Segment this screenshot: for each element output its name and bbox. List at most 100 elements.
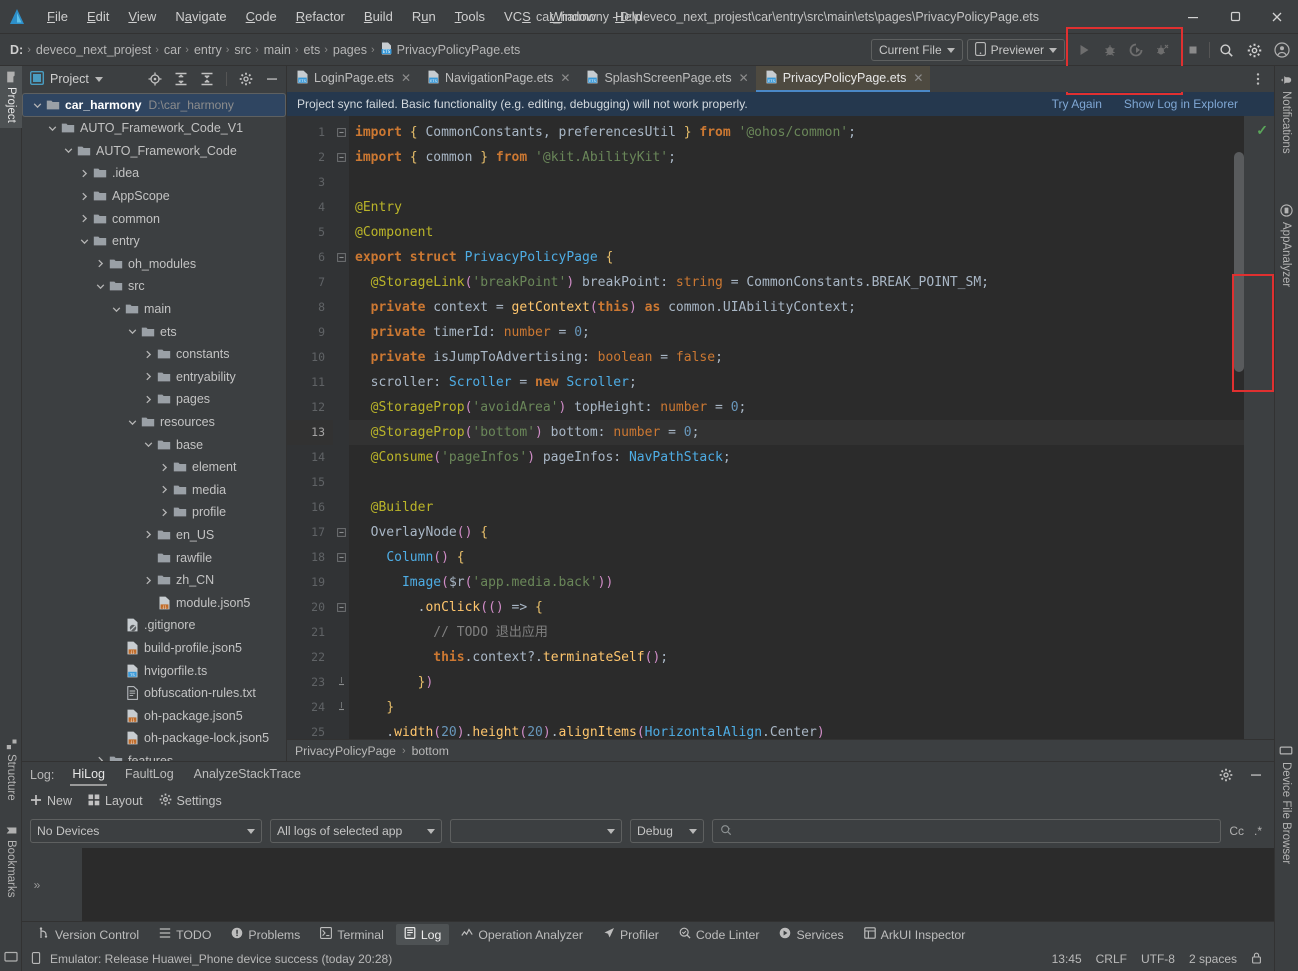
sidebar-item-structure[interactable]: Structure	[0, 734, 22, 806]
tree-node-element[interactable]: element	[22, 456, 286, 479]
line-number[interactable]: 4	[287, 195, 333, 220]
line-number[interactable]: 17	[287, 520, 333, 545]
tab-analyzestacktrace[interactable]: AnalyzeStackTrace	[192, 764, 303, 786]
layout-button[interactable]: Layout	[88, 794, 143, 809]
code-editor[interactable]: 1 2 3 4 5 6 7 8 9 10 11 12 13 14 15 16 17 18 19 20 21 22 23 24 2…	[287, 116, 1274, 739]
tree-node-entryability[interactable]: entryability	[22, 366, 286, 389]
code-line[interactable]: @StorageProp('avoidArea') topHeight: num…	[349, 395, 1274, 420]
chevron-right-icon[interactable]	[142, 348, 155, 361]
chevron-right-icon[interactable]	[94, 257, 107, 270]
breadcrumb-part-5[interactable]: ets	[300, 41, 324, 59]
tool-todo[interactable]: TODO	[151, 924, 219, 945]
tree-node-appscope[interactable]: AppScope	[22, 185, 286, 208]
chevron-right-icon[interactable]	[94, 754, 107, 761]
tree-node-entry[interactable]: entry	[22, 230, 286, 253]
menu-refactor[interactable]: Refactor	[287, 5, 354, 28]
run-configuration-selector[interactable]: Current File	[870, 39, 963, 61]
code-line[interactable]: Image($r('app.media.back'))	[349, 570, 1274, 595]
close-button[interactable]	[1256, 0, 1298, 34]
regex-toggle[interactable]: .*	[1254, 824, 1262, 838]
line-number[interactable]: 9	[287, 320, 333, 345]
tree-node-.idea[interactable]: .idea	[22, 162, 286, 185]
tree-node-build-profile.json5[interactable]: {} build-profile.json5	[22, 637, 286, 660]
menu-code[interactable]: Code	[237, 5, 286, 28]
tree-node-features[interactable]: features	[22, 750, 286, 761]
chevron-right-icon[interactable]	[142, 370, 155, 383]
close-tab-icon[interactable]: ✕	[913, 71, 923, 85]
sidebar-item-bookmarks[interactable]: Bookmarks	[0, 820, 22, 903]
code-line[interactable]: OverlayNode() {	[349, 520, 1274, 545]
fold-marker-icon[interactable]	[333, 545, 349, 570]
code-line[interactable]: private isJumpToAdvertising: boolean = f…	[349, 345, 1274, 370]
tool-services[interactable]: Services	[771, 924, 851, 945]
tree-node-pages[interactable]: pages	[22, 388, 286, 411]
code-content[interactable]: import { CommonConstants, preferencesUti…	[349, 116, 1274, 739]
code-line[interactable]: this.context?.terminateSelf();	[349, 645, 1274, 670]
line-number[interactable]: 15	[287, 470, 333, 495]
chevron-right-icon[interactable]	[78, 212, 91, 225]
tree-node-module.json5[interactable]: {} module.json5	[22, 591, 286, 614]
line-number[interactable]: 14	[287, 445, 333, 470]
editor-tab-splashscreenpage-ets[interactable]: ETS SplashScreenPage.ets ✕	[577, 66, 755, 92]
code-line[interactable]: @StorageProp('bottom') bottom: number = …	[349, 420, 1274, 445]
debug-button[interactable]	[1098, 38, 1122, 62]
chevron-right-icon[interactable]	[142, 528, 155, 541]
line-number[interactable]: 2	[287, 145, 333, 170]
chevron-down-icon[interactable]	[78, 235, 91, 248]
line-number[interactable]: 6	[287, 245, 333, 270]
breadcrumb-drive[interactable]: D:	[6, 41, 26, 59]
menu-navigate[interactable]: Navigate	[166, 5, 235, 28]
more-options-icon[interactable]	[1248, 69, 1268, 89]
line-number[interactable]: 23	[287, 670, 333, 695]
inspection-ok-icon[interactable]: ✓	[1256, 122, 1268, 139]
show-log-link[interactable]: Show Log in Explorer	[1124, 97, 1238, 111]
tab-hilog[interactable]: HiLog	[70, 764, 108, 786]
tool-code-linter[interactable]: Code Linter	[671, 924, 768, 945]
process-filter-select[interactable]	[450, 819, 622, 843]
tree-node-common[interactable]: common	[22, 207, 286, 230]
stop-button[interactable]	[1181, 38, 1205, 62]
gear-icon[interactable]	[236, 69, 256, 89]
hide-panel-icon[interactable]	[262, 69, 282, 89]
tool-operation-analyzer[interactable]: Operation Analyzer	[453, 924, 591, 945]
tree-node-resources[interactable]: resources	[22, 411, 286, 434]
line-number-gutter[interactable]: 1 2 3 4 5 6 7 8 9 10 11 12 13 14 15 16 17 18 19 20 21 22 23 24 2…	[287, 116, 333, 739]
line-number[interactable]: 10	[287, 345, 333, 370]
fold-marker-icon[interactable]	[333, 120, 349, 145]
tool-problems[interactable]: Problems	[223, 924, 308, 945]
line-number[interactable]: 5	[287, 220, 333, 245]
log-search-input[interactable]	[712, 819, 1222, 843]
line-number[interactable]: 3	[287, 170, 333, 195]
chevron-right-icon[interactable]	[158, 461, 171, 474]
code-line[interactable]: }	[349, 695, 1274, 720]
code-line[interactable]: import { CommonConstants, preferencesUti…	[349, 120, 1274, 145]
tree-node-car_harmony[interactable]: car_harmony D:\car_harmony	[22, 93, 286, 117]
new-log-tab-button[interactable]: New	[30, 794, 72, 809]
fold-marker-icon[interactable]	[333, 520, 349, 545]
breadcrumb-part-1[interactable]: car	[160, 41, 184, 59]
fold-marker-icon[interactable]	[333, 145, 349, 170]
menu-build[interactable]: Build	[355, 5, 402, 28]
editor-tab-privacypolicypage-ets[interactable]: ETS PrivacyPolicyPage.ets ✕	[755, 66, 931, 92]
locate-icon[interactable]	[145, 69, 165, 89]
line-number[interactable]: 7	[287, 270, 333, 295]
breadcrumb-part-2[interactable]: entry	[190, 41, 225, 59]
maximize-button[interactable]	[1214, 0, 1256, 34]
menu-edit[interactable]: Edit	[78, 5, 118, 28]
code-line[interactable]: import { common } from '@kit.AbilityKit'…	[349, 145, 1274, 170]
fold-marker-icon[interactable]	[333, 595, 349, 620]
chevron-down-icon[interactable]	[31, 99, 44, 112]
tree-node-base[interactable]: base	[22, 433, 286, 456]
project-tree[interactable]: car_harmony D:\car_harmony AUTO_Framework_…	[22, 92, 286, 761]
gear-icon[interactable]	[1216, 765, 1236, 785]
menu-vcs[interactable]: VCS	[495, 5, 540, 28]
tree-node-obfuscation-rules.txt[interactable]: obfuscation-rules.txt	[22, 682, 286, 705]
chevron-right-icon[interactable]	[78, 190, 91, 203]
tree-node-media[interactable]: media	[22, 479, 286, 502]
fold-gutter[interactable]	[333, 116, 349, 739]
code-line[interactable]: @Component	[349, 220, 1274, 245]
chevron-down-icon[interactable]	[126, 325, 139, 338]
close-tab-icon[interactable]: ✕	[739, 71, 749, 85]
editor-marker-bar[interactable]: ✓	[1244, 116, 1274, 739]
tree-node-oh-package.json5[interactable]: {} oh-package.json5	[22, 704, 286, 727]
